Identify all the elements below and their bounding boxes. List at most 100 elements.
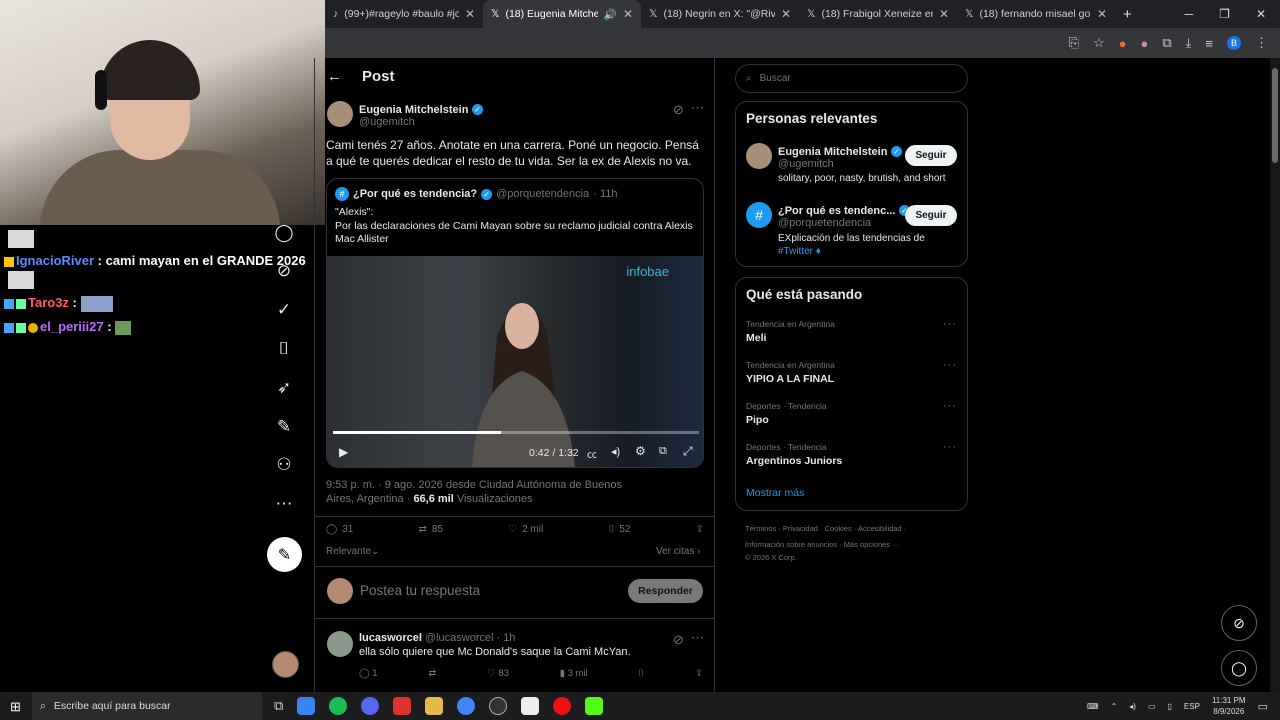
- close-tab-icon[interactable]: ✕: [1097, 7, 1107, 21]
- show-more-link[interactable]: Mostrar más: [746, 487, 804, 499]
- minimize-button[interactable]: ─: [1185, 7, 1194, 21]
- rocket-icon[interactable]: ➶: [272, 376, 296, 400]
- network-icon[interactable]: ▭: [1148, 702, 1156, 711]
- close-window-button[interactable]: ✕: [1256, 7, 1266, 21]
- browser-tab[interactable]: ♪(99+)#rageylo #baulo #joseo #✕: [325, 0, 483, 28]
- trend-more-icon[interactable]: ···: [943, 400, 957, 412]
- follow-button[interactable]: Seguir: [905, 205, 957, 226]
- grok-fab-icon[interactable]: ⊘: [1221, 605, 1257, 641]
- taskbar-search[interactable]: ⌕ Escribe aquí para buscar: [32, 692, 262, 720]
- close-tab-icon[interactable]: ✕: [781, 7, 791, 21]
- messages-icon[interactable]: ◯: [272, 221, 296, 245]
- person-info[interactable]: Eugenia Mitchelstein ✓ @ugemitch: [778, 143, 903, 170]
- copilot-icon[interactable]: [297, 697, 316, 715]
- quoted-post[interactable]: # ¿Por qué es tendencia? ✓ @porquetenden…: [326, 178, 704, 468]
- footer-links[interactable]: Términos · Privacidad · Cookies · Accesi…: [745, 524, 906, 533]
- footer-links[interactable]: Información sobre anuncios · Más opcione…: [745, 540, 900, 549]
- grok-analyze-icon[interactable]: ⊘: [673, 102, 684, 118]
- person-avatar[interactable]: [746, 143, 772, 169]
- settings-gear-icon[interactable]: ⚙: [635, 444, 646, 458]
- author-avatar[interactable]: [327, 101, 353, 127]
- app-icon[interactable]: [521, 697, 540, 715]
- language-indicator[interactable]: ESP: [1184, 702, 1200, 711]
- person-info[interactable]: ¿Por qué es tendenc... ✓ @porquetendenci…: [778, 202, 910, 229]
- trend-more-icon[interactable]: ···: [943, 318, 957, 330]
- close-tab-icon[interactable]: ✕: [939, 7, 949, 21]
- volume-icon[interactable]: ◂): [611, 445, 620, 458]
- captions-icon[interactable]: ㏄: [587, 446, 597, 461]
- bookmark-button[interactable]: ⌷ 52: [608, 524, 630, 535]
- chat-username[interactable]: Taro3z: [28, 295, 69, 310]
- tray-chevron-icon[interactable]: ⌃: [1111, 702, 1118, 711]
- fullscreen-icon[interactable]: ⤢: [683, 444, 693, 459]
- grok-analyze-icon[interactable]: ⊘: [673, 632, 684, 648]
- volume-icon[interactable]: ◂): [1129, 702, 1136, 711]
- windows-start-icon[interactable]: ⊞: [10, 699, 21, 715]
- new-tab-button[interactable]: +: [1123, 6, 1132, 23]
- close-tab-icon[interactable]: ✕: [465, 7, 475, 21]
- hashtag-avatar-icon[interactable]: #: [746, 202, 772, 228]
- close-tab-icon[interactable]: ✕: [623, 7, 633, 21]
- reply-submit-button[interactable]: Responder: [628, 579, 703, 603]
- notifications-icon[interactable]: ▭: [1258, 700, 1268, 713]
- browser-tab-active[interactable]: 𝕏(18) Eugenia Mitchelstein e🔊✕: [483, 0, 641, 28]
- opera-icon[interactable]: [553, 697, 572, 715]
- extension-icon[interactable]: ●: [1119, 36, 1127, 51]
- chat-username[interactable]: el_periii27: [40, 319, 104, 334]
- bookmarks-icon[interactable]: ⌷: [272, 337, 296, 361]
- bookmark-star-icon[interactable]: ☆: [1093, 35, 1105, 51]
- browser-tab[interactable]: 𝕏(18) Frabigol Xeneize en X: "JA✕: [799, 0, 957, 28]
- browser-tab[interactable]: 𝕏(18) Negrin en X: "@RiverPlate✕: [641, 0, 799, 28]
- picture-in-picture-icon[interactable]: ⧉: [659, 445, 667, 458]
- follow-button[interactable]: Seguir: [905, 145, 957, 166]
- like-button[interactable]: ♡ 83: [487, 668, 509, 679]
- bookmark-icon[interactable]: ⌷: [638, 668, 644, 679]
- grok-icon[interactable]: ⊘: [272, 259, 296, 283]
- obs-icon[interactable]: [489, 697, 508, 715]
- video-progress-track[interactable]: [333, 431, 699, 434]
- share-icon[interactable]: ⇪: [695, 668, 703, 679]
- author-name[interactable]: Eugenia Mitchelstein: [359, 104, 468, 116]
- browser-tab[interactable]: 𝕏(18) fernando misael gonzalez✕: [957, 0, 1115, 28]
- keyboard-icon[interactable]: ⌨: [1087, 702, 1099, 711]
- video-player[interactable]: infobae ▶ 0:42 / 1:32 ㏄ ◂) ⚙ ⧉ ⤢: [327, 256, 703, 467]
- profile-icon[interactable]: ⚇: [272, 453, 296, 477]
- scrollbar-thumb[interactable]: [1272, 68, 1278, 163]
- spotify-icon[interactable]: [329, 697, 348, 715]
- reply-input[interactable]: Postea tu respuesta: [360, 583, 480, 598]
- clock[interactable]: 11:31 PM 8/9/2026: [1212, 695, 1246, 717]
- discord-icon[interactable]: [361, 697, 380, 715]
- app-icon[interactable]: [393, 697, 412, 715]
- reply-author-handle[interactable]: @lucasworcel: [425, 632, 494, 644]
- hashtag-link[interactable]: #Twitter: [778, 246, 813, 257]
- back-arrow-icon[interactable]: ←: [327, 68, 342, 85]
- install-app-icon[interactable]: ⎘: [1069, 35, 1079, 51]
- lists-icon[interactable]: ✎: [272, 415, 296, 439]
- reply-author-name[interactable]: lucasworcel: [359, 632, 422, 644]
- reply-button[interactable]: ◯ 1: [359, 668, 378, 679]
- reading-list-icon[interactable]: ≡: [1205, 36, 1213, 51]
- reply-button[interactable]: ◯ 31: [326, 524, 353, 535]
- messages-fab-icon[interactable]: ◯: [1221, 650, 1257, 686]
- search-input[interactable]: ⌕ Buscar: [735, 64, 968, 93]
- chat-username[interactable]: IgnacioRiver: [16, 253, 94, 268]
- task-view-icon[interactable]: ⧉: [274, 698, 283, 714]
- author-info[interactable]: Eugenia Mitchelstein ✓ @ugemitch: [359, 101, 484, 128]
- download-icon[interactable]: ⤓: [1186, 35, 1192, 51]
- extensions-puzzle-icon[interactable]: ⧉: [1162, 35, 1171, 51]
- account-avatar[interactable]: [272, 651, 299, 678]
- extension-icon[interactable]: ●: [1141, 36, 1149, 51]
- reply-avatar[interactable]: [327, 631, 353, 657]
- view-quotes-link[interactable]: Ver citas ›: [656, 546, 700, 557]
- more-options-icon[interactable]: ⋯: [691, 100, 704, 116]
- repost-icon[interactable]: ⇄: [428, 668, 436, 679]
- more-options-icon[interactable]: ⋯: [691, 630, 704, 646]
- more-icon[interactable]: ⋯: [272, 492, 296, 516]
- trend-more-icon[interactable]: ···: [943, 441, 957, 453]
- menu-kebab-icon[interactable]: ⋮: [1255, 35, 1268, 51]
- share-icon[interactable]: ⇪: [696, 524, 704, 535]
- file-explorer-icon[interactable]: [425, 697, 444, 715]
- compose-post-button[interactable]: ✎: [267, 537, 302, 572]
- maximize-button[interactable]: ❐: [1219, 7, 1230, 21]
- play-icon[interactable]: ▶: [339, 445, 348, 459]
